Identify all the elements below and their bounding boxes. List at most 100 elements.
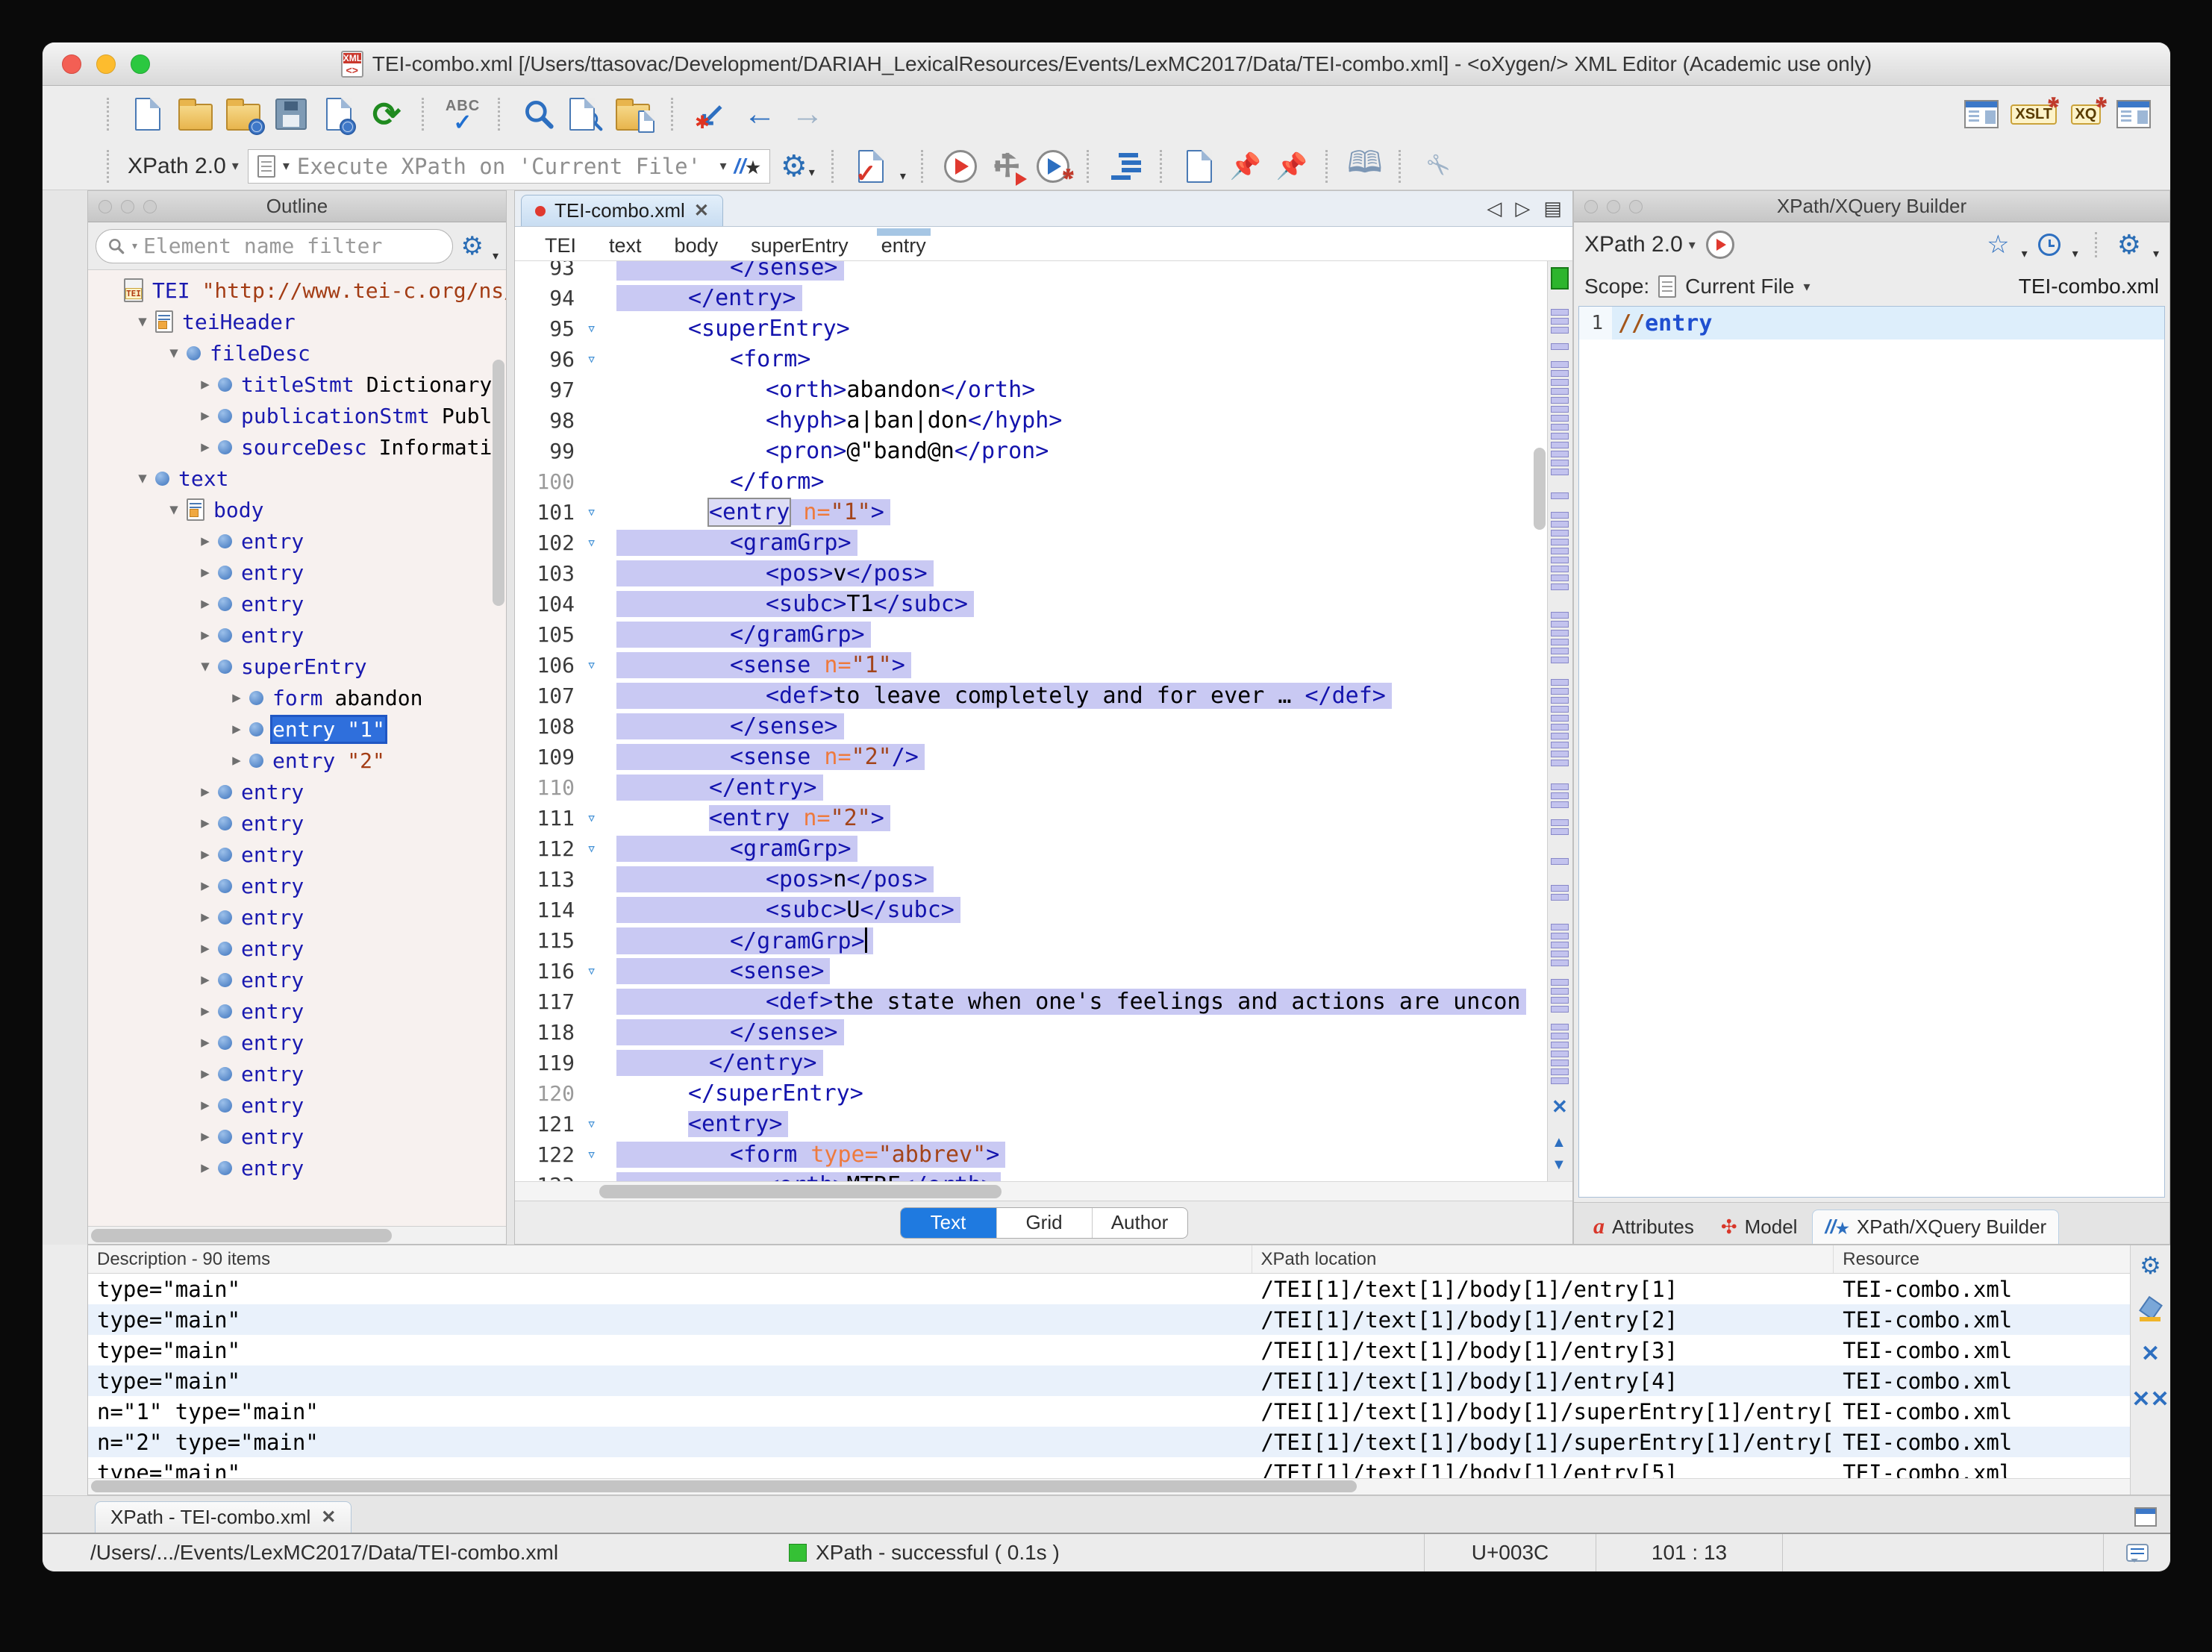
result-marker-tick[interactable] bbox=[1551, 924, 1569, 930]
tree-item-entry[interactable]: ▶entry bbox=[88, 933, 506, 964]
save-button[interactable] bbox=[272, 95, 310, 134]
result-marker-tick[interactable] bbox=[1551, 451, 1569, 457]
breadcrumb-item-superEntry[interactable]: superEntry bbox=[751, 230, 849, 257]
result-marker-tick[interactable] bbox=[1551, 894, 1569, 901]
results-horizontal-scrollbar[interactable] bbox=[88, 1478, 2130, 1495]
result-marker-tick[interactable] bbox=[1551, 657, 1569, 663]
fold-toggle-icon[interactable]: ▿ bbox=[587, 809, 616, 827]
fold-toggle-icon[interactable]: ▿ bbox=[587, 503, 616, 522]
result-marker-tick[interactable] bbox=[1551, 648, 1569, 654]
tree-item-entry[interactable]: ▶entry bbox=[88, 588, 506, 619]
highlight-results-button[interactable] bbox=[2140, 1299, 2162, 1321]
mode-text-button[interactable]: Text bbox=[901, 1208, 996, 1238]
element-filter-input[interactable] bbox=[143, 234, 442, 258]
builder-settings-button[interactable]: ⚙ bbox=[2117, 229, 2141, 260]
result-marker-tick[interactable] bbox=[1551, 792, 1569, 799]
close-window-button[interactable] bbox=[62, 54, 81, 74]
result-row[interactable]: type="main"/TEI[1]/text[1]/body[1]/entry… bbox=[88, 1304, 2130, 1335]
result-row[interactable]: type="main"/TEI[1]/text[1]/body[1]/entry… bbox=[88, 1274, 2130, 1304]
code-line-105[interactable]: 105</gramGrp> bbox=[515, 619, 1534, 650]
result-marker-tick[interactable] bbox=[1551, 388, 1569, 395]
result-marker-tick[interactable] bbox=[1551, 1051, 1569, 1057]
column-description[interactable]: Description - 90 items bbox=[88, 1245, 1252, 1273]
result-marker-tick[interactable] bbox=[1551, 379, 1569, 386]
code-line-96[interactable]: 96▿<form> bbox=[515, 344, 1534, 375]
validate-dropdown[interactable]: ▾ bbox=[900, 169, 906, 190]
spell-check-button[interactable]: ABC✓ bbox=[444, 95, 481, 134]
chevron-down-icon[interactable]: ▾ bbox=[719, 158, 726, 174]
pin-green-button[interactable]: 📌 bbox=[1273, 147, 1310, 186]
tree-item-entry[interactable]: ▶entry bbox=[88, 776, 506, 807]
code-line-117[interactable]: 117<def>the state when one's feelings an… bbox=[515, 986, 1534, 1017]
tree-item-entry[interactable]: ▶entry"2" bbox=[88, 745, 506, 776]
tree-item-publicationStmt[interactable]: ▶publicationStmtPublica bbox=[88, 400, 506, 431]
close-result-button[interactable]: ✕ bbox=[2141, 1341, 2160, 1367]
expand-arrow-icon[interactable]: ▶ bbox=[224, 689, 249, 706]
tree-item-entry[interactable]: ▶entry bbox=[88, 901, 506, 933]
result-marker-tick[interactable] bbox=[1551, 442, 1569, 448]
expand-arrow-icon[interactable]: ▶ bbox=[193, 564, 218, 581]
code-line-110[interactable]: 110</entry> bbox=[515, 772, 1534, 803]
code-line-115[interactable]: 115</gramGrp> bbox=[515, 925, 1534, 956]
result-marker-tick[interactable] bbox=[1551, 679, 1569, 686]
result-marker-tick[interactable] bbox=[1551, 751, 1569, 757]
result-row[interactable]: type="main"/TEI[1]/text[1]/body[1]/entry… bbox=[88, 1335, 2130, 1365]
find-replace-button[interactable] bbox=[520, 95, 557, 134]
result-marker-tick[interactable] bbox=[1551, 469, 1569, 475]
tree-item-entry[interactable]: ▶entry bbox=[88, 839, 506, 870]
expand-arrow-icon[interactable]: ▶ bbox=[193, 376, 218, 392]
result-marker-tick[interactable] bbox=[1551, 951, 1569, 957]
code-line-109[interactable]: 109<sense n="2"/> bbox=[515, 742, 1534, 772]
result-row[interactable]: type="main"/TEI[1]/text[1]/body[1]/entry… bbox=[88, 1457, 2130, 1478]
result-marker-tick[interactable] bbox=[1551, 621, 1569, 628]
fold-toggle-icon[interactable]: ▿ bbox=[587, 962, 616, 980]
result-marker-tick[interactable] bbox=[1551, 697, 1569, 704]
documentation-button[interactable]: 🕮 bbox=[1346, 147, 1384, 186]
navigate-forward-button[interactable]: → bbox=[789, 95, 826, 134]
outline-vertical-scrollbar[interactable] bbox=[493, 360, 504, 606]
code-line-111[interactable]: 111▿<entry n="2"> bbox=[515, 803, 1534, 833]
xpath-favorites-icon[interactable]: //★ bbox=[734, 154, 760, 178]
result-marker-tick[interactable] bbox=[1551, 801, 1569, 808]
save-to-url-button[interactable] bbox=[320, 95, 357, 134]
code-line-122[interactable]: 122▿<form type="abbrev"> bbox=[515, 1139, 1534, 1170]
code-line-112[interactable]: 112▿<gramGrp> bbox=[515, 833, 1534, 864]
debug-xslt-button[interactable]: XSLT🞴 bbox=[2011, 95, 2057, 134]
tab-model[interactable]: ✣Model bbox=[1709, 1210, 1810, 1244]
tree-item-teiHeader[interactable]: ▼teiHeader bbox=[88, 306, 506, 337]
history-clock-icon[interactable] bbox=[2038, 234, 2061, 256]
expand-arrow-icon[interactable]: ▶ bbox=[193, 1066, 218, 1082]
result-marker-tick[interactable] bbox=[1551, 612, 1569, 619]
result-marker-tick[interactable] bbox=[1551, 1060, 1569, 1066]
element-filter-field[interactable]: ▾ bbox=[96, 229, 453, 263]
navigate-back-button[interactable]: ← bbox=[741, 95, 778, 134]
result-marker-tick[interactable] bbox=[1551, 575, 1569, 581]
result-marker-tick[interactable] bbox=[1551, 960, 1569, 966]
result-marker-tick[interactable] bbox=[1551, 724, 1569, 730]
tree-item-entry[interactable]: ▶entry"1" bbox=[88, 713, 506, 745]
expand-arrow-icon[interactable]: ▶ bbox=[193, 407, 218, 424]
mode-author-button[interactable]: Author bbox=[1092, 1208, 1187, 1238]
result-marker-tick[interactable] bbox=[1551, 361, 1569, 368]
fold-toggle-icon[interactable]: ▿ bbox=[587, 319, 616, 338]
result-marker-tick[interactable] bbox=[1551, 433, 1569, 439]
scope-value-dropdown[interactable]: Current File bbox=[1685, 275, 1794, 298]
close-tab-icon[interactable]: ✕ bbox=[694, 200, 709, 222]
code-line-113[interactable]: 113<pos>n</pos> bbox=[515, 864, 1534, 895]
new-document-button[interactable] bbox=[129, 95, 166, 134]
tree-item-entry[interactable]: ▶entry bbox=[88, 1058, 506, 1089]
result-marker-tick[interactable] bbox=[1551, 397, 1569, 404]
tree-item-text[interactable]: ▼text bbox=[88, 463, 506, 494]
tree-item-entry[interactable]: ▶entry bbox=[88, 619, 506, 651]
fold-toggle-icon[interactable]: ▿ bbox=[587, 656, 616, 675]
breadcrumb-item-entry[interactable]: entry bbox=[881, 230, 926, 257]
tree-item-entry[interactable]: ▶entry bbox=[88, 1089, 506, 1121]
fold-toggle-icon[interactable]: ▿ bbox=[587, 350, 616, 369]
code-line-107[interactable]: 107<def>to leave completely and for ever… bbox=[515, 680, 1534, 711]
code-line-123[interactable]: 123<orth>MTBF</orth> bbox=[515, 1170, 1534, 1181]
expand-arrow-icon[interactable]: ▶ bbox=[193, 846, 218, 863]
expand-arrow-icon[interactable]: ▶ bbox=[193, 1034, 218, 1051]
result-marker-tick[interactable] bbox=[1551, 733, 1569, 739]
tab-list-button[interactable]: ▤ bbox=[1543, 197, 1562, 220]
tree-item-entry[interactable]: ▶entry bbox=[88, 557, 506, 588]
